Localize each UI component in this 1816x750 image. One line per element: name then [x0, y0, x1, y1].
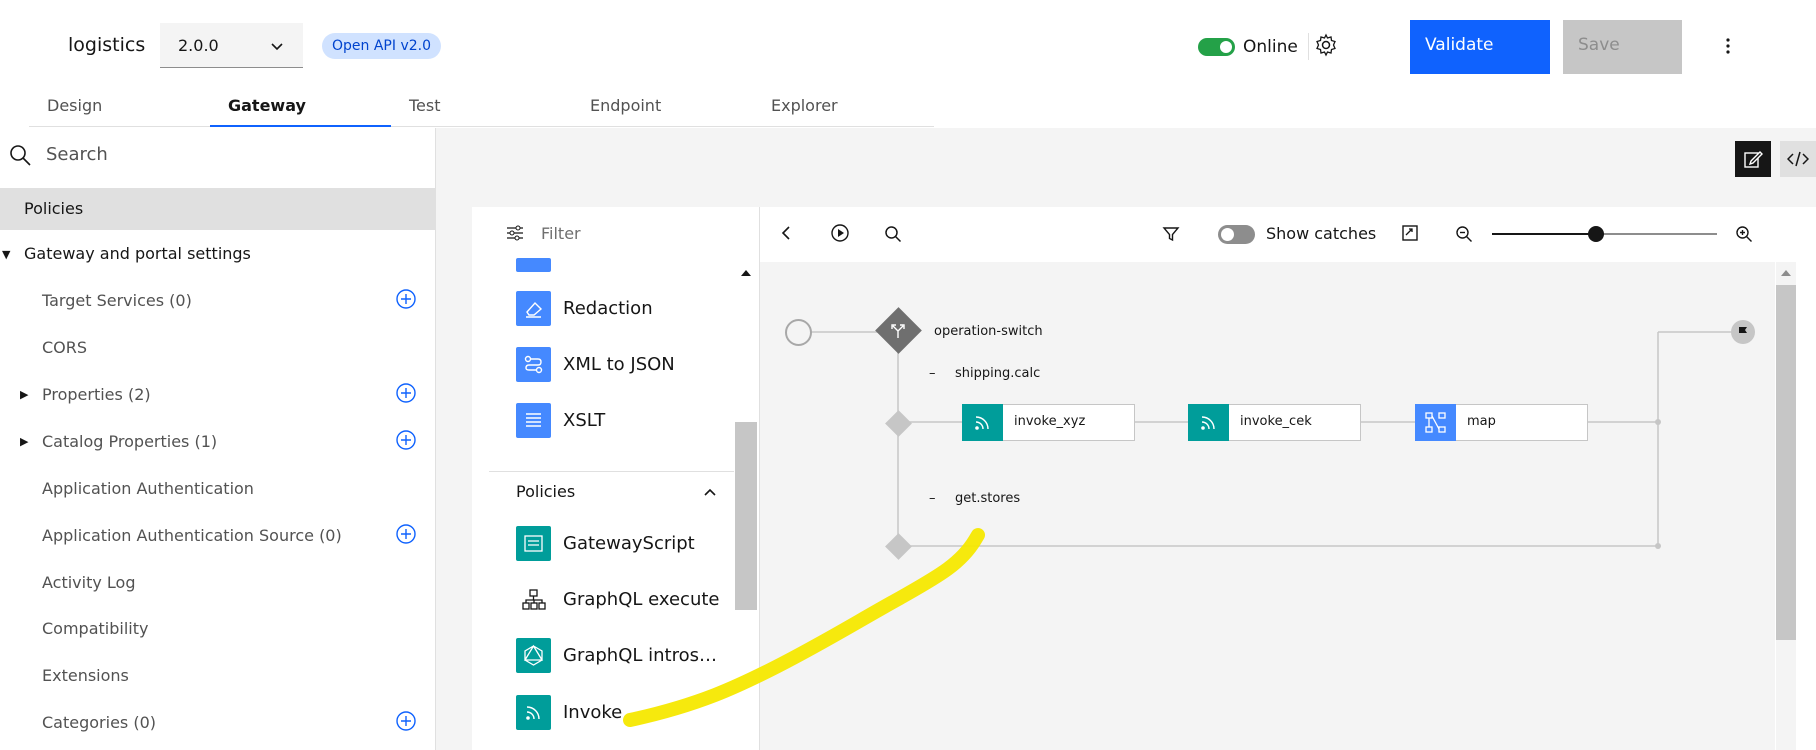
- sidebar-item-target-services[interactable]: Target Services (0): [42, 291, 192, 310]
- add-circle-icon[interactable]: [396, 383, 416, 403]
- tab-endpoint[interactable]: Endpoint: [572, 92, 753, 127]
- add-circle-icon[interactable]: [396, 430, 416, 450]
- case-label-shipping-calc: shipping.calc: [955, 366, 1041, 381]
- flow-icon: [516, 347, 551, 382]
- filter-icon[interactable]: [1162, 225, 1180, 243]
- search-box[interactable]: Search: [0, 128, 435, 180]
- palette-item-gatewayscript[interactable]: GatewayScript: [563, 533, 695, 554]
- online-toggle[interactable]: [1198, 38, 1235, 56]
- switch-label: operation-switch: [934, 324, 1043, 339]
- rss-icon: [1188, 404, 1229, 441]
- script-icon: [516, 526, 551, 561]
- flow-start-node[interactable]: [785, 319, 812, 346]
- flow-node-invoke-xyz[interactable]: invoke_xyz: [962, 404, 1135, 441]
- edit-button[interactable]: [1735, 141, 1771, 177]
- palette-scroll-thumb[interactable]: [735, 422, 757, 610]
- chevron-left-icon[interactable]: [780, 224, 792, 242]
- search-icon[interactable]: [884, 225, 902, 243]
- filter-input[interactable]: Filter: [541, 224, 581, 243]
- code-icon: [1787, 151, 1809, 167]
- graphql-icon: [516, 638, 551, 673]
- show-catches-toggle[interactable]: [1218, 225, 1255, 244]
- openapi-badge: Open API v2.0: [322, 33, 441, 59]
- flow-node-map[interactable]: map: [1415, 404, 1588, 441]
- filter-settings-icon: [507, 225, 523, 241]
- palette-item-graphql-introspect[interactable]: GraphQL intros…: [563, 645, 717, 666]
- search-icon: [10, 145, 31, 166]
- zoom-out-icon[interactable]: [1455, 225, 1473, 243]
- sidebar-item-activity-log[interactable]: Activity Log: [42, 573, 136, 592]
- sidebar-item-categories[interactable]: Categories (0): [42, 713, 156, 732]
- gear-icon[interactable]: [1314, 33, 1338, 57]
- sidebar-item-cors[interactable]: CORS: [42, 338, 87, 357]
- rss-icon: [962, 404, 1003, 441]
- sidebar-item-extensions[interactable]: Extensions: [42, 666, 129, 685]
- fit-to-screen-icon[interactable]: [1401, 224, 1419, 242]
- search-input[interactable]: Search: [46, 144, 108, 165]
- list-icon: [516, 403, 551, 438]
- sidebar-item-app-auth-source[interactable]: Application Authentication Source (0): [42, 526, 342, 545]
- sidebar-item-catalog-properties[interactable]: Catalog Properties (1): [42, 432, 217, 451]
- sidebar-item-app-auth[interactable]: Application Authentication: [42, 479, 254, 498]
- sidebar-item-properties[interactable]: Properties (2): [42, 385, 151, 404]
- zoom-slider-fill: [1492, 233, 1596, 235]
- palette-item-invoke[interactable]: Invoke: [563, 702, 622, 723]
- source-button[interactable]: [1780, 141, 1816, 177]
- sidebar-section-gateway-portal[interactable]: Gateway and portal settings: [24, 244, 251, 263]
- version-select[interactable]: 2.0.0: [160, 23, 303, 68]
- api-name: logistics: [68, 34, 146, 56]
- version-value: 2.0.0: [178, 36, 219, 55]
- scroll-up-icon[interactable]: [1780, 268, 1792, 278]
- overflow-menu-icon[interactable]: [1720, 34, 1736, 58]
- case-dash: –: [929, 366, 936, 381]
- scroll-up-icon[interactable]: [740, 268, 752, 278]
- show-catches-label: Show catches: [1266, 224, 1377, 243]
- add-circle-icon[interactable]: [396, 711, 416, 731]
- flow-end-node[interactable]: [1731, 320, 1755, 344]
- canvas-scroll-thumb[interactable]: [1776, 285, 1796, 640]
- palette-item-graphql-execute[interactable]: GraphQL execute: [563, 589, 720, 610]
- header-divider: [1308, 33, 1309, 60]
- validate-button[interactable]: Validate: [1410, 20, 1550, 74]
- caret-right-icon[interactable]: ▶: [20, 388, 28, 401]
- palette-item-partial-icon: [516, 258, 551, 272]
- palette-item-xml-to-json[interactable]: XML to JSON: [563, 354, 675, 375]
- zoom-slider-handle[interactable]: [1588, 226, 1604, 242]
- online-label: Online: [1243, 37, 1298, 57]
- case-label-get-stores: get.stores: [955, 491, 1021, 506]
- tab-test[interactable]: Test: [391, 92, 572, 127]
- sidebar-item-policies[interactable]: Policies: [0, 188, 435, 230]
- palette-item-xslt[interactable]: XSLT: [563, 410, 605, 431]
- caret-right-icon[interactable]: ▶: [20, 435, 28, 448]
- rss-icon: [516, 695, 551, 730]
- branch-icon: [891, 324, 905, 338]
- hierarchy-icon: [516, 582, 551, 617]
- sidebar-item-label: Policies: [24, 199, 84, 218]
- eraser-icon: [516, 291, 551, 326]
- map-icon: [1415, 404, 1456, 441]
- tab-design[interactable]: Design: [29, 92, 210, 127]
- chevron-up-icon: [704, 488, 716, 496]
- add-circle-icon[interactable]: [396, 524, 416, 544]
- zoom-in-icon[interactable]: [1735, 225, 1753, 243]
- caret-down-icon[interactable]: ▼: [2, 248, 10, 261]
- tab-gateway[interactable]: Gateway: [210, 92, 391, 127]
- node-label: invoke_cek: [1240, 414, 1312, 429]
- palette-item-redaction[interactable]: Redaction: [563, 298, 653, 319]
- flow-node-invoke-cek[interactable]: invoke_cek: [1188, 404, 1361, 441]
- edit-icon: [1744, 151, 1763, 168]
- add-circle-icon[interactable]: [396, 289, 416, 309]
- node-label: invoke_xyz: [1014, 414, 1086, 429]
- flag-icon: [1739, 327, 1747, 337]
- node-label: map: [1467, 414, 1496, 429]
- chevron-down-icon: [271, 43, 283, 51]
- sidebar-item-compatibility[interactable]: Compatibility: [42, 619, 148, 638]
- palette-policies-header[interactable]: Policies: [489, 471, 734, 512]
- save-button[interactable]: Save: [1563, 20, 1682, 74]
- palette-policies-label: Policies: [516, 482, 576, 501]
- case-dash: –: [929, 491, 936, 506]
- tab-explorer[interactable]: Explorer: [753, 92, 934, 127]
- play-icon[interactable]: [830, 223, 850, 243]
